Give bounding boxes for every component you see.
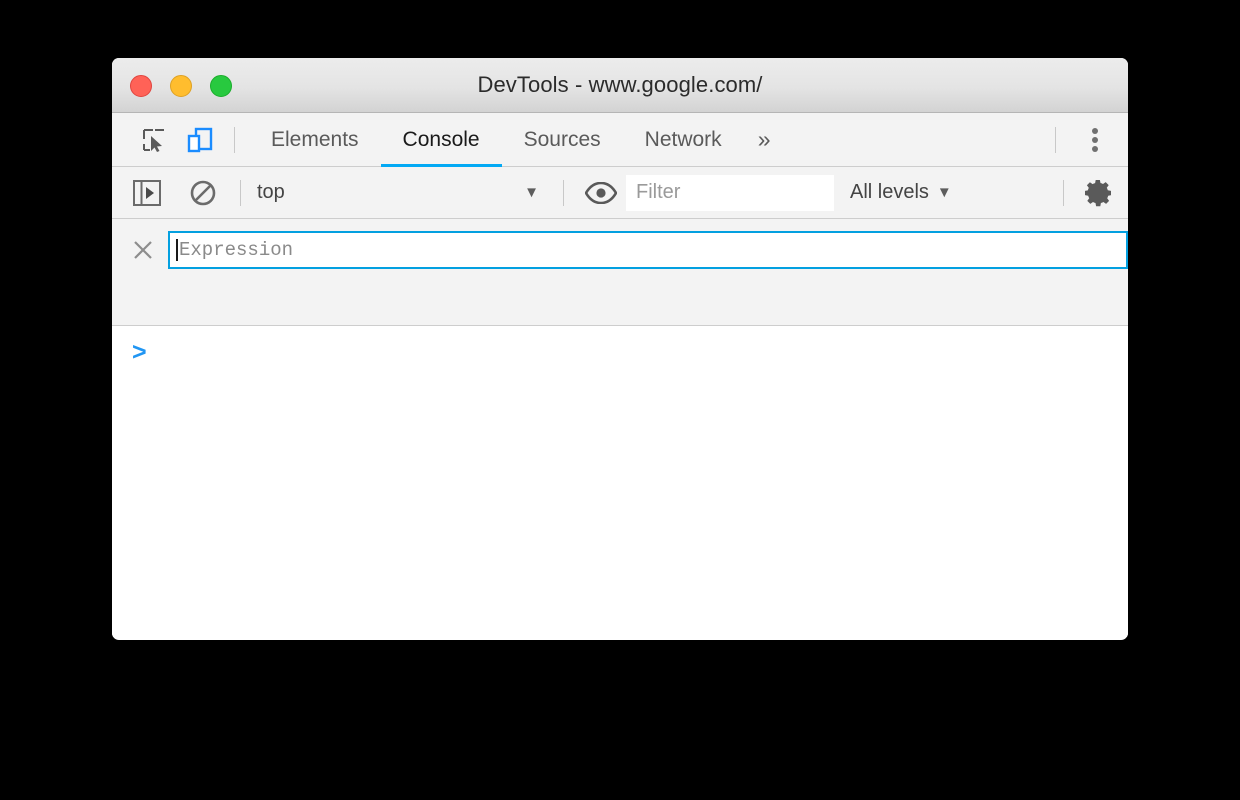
console-output-area[interactable]: > <box>112 326 1128 637</box>
console-sidebar-icon[interactable] <box>126 172 168 214</box>
chevron-down-icon: ▼ <box>524 184 539 201</box>
more-tabs-chevron-icon[interactable]: » <box>744 113 787 167</box>
tab-console-label: Console <box>402 127 480 151</box>
devtools-window: DevTools - www.google.com/ Elements Cons… <box>112 58 1128 640</box>
tab-network-label: Network <box>644 127 722 151</box>
tab-elements[interactable]: Elements <box>249 113 381 167</box>
live-expression-row: Expression <box>112 219 1128 269</box>
toolbar-separator-3 <box>1063 179 1064 206</box>
console-toolbar: top ▼ All levels ▼ <box>112 167 1128 219</box>
device-toolbar-icon[interactable] <box>178 118 222 162</box>
toolbar-separator-2 <box>563 179 564 206</box>
clear-console-icon[interactable] <box>182 172 224 214</box>
title-bar: DevTools - www.google.com/ <box>112 58 1128 113</box>
inspect-element-icon[interactable] <box>132 118 176 162</box>
toolbar-separator-1 <box>240 179 241 206</box>
live-expression-eye-icon[interactable] <box>580 172 622 214</box>
console-prompt-input[interactable] <box>147 340 1128 366</box>
tab-sources-label: Sources <box>523 127 601 151</box>
log-levels-selector[interactable]: All levels ▼ <box>850 173 952 213</box>
settings-gear-icon[interactable] <box>1078 172 1120 214</box>
text-cursor <box>176 239 178 261</box>
live-expression-input[interactable]: Expression <box>168 231 1128 269</box>
tab-sources[interactable]: Sources <box>502 113 623 167</box>
tab-elements-label: Elements <box>271 127 359 151</box>
tabbar-separator <box>234 126 235 153</box>
close-icon[interactable] <box>126 233 160 267</box>
more-options-icon[interactable] <box>1072 118 1118 162</box>
window-title: DevTools - www.google.com/ <box>477 72 763 97</box>
tab-console[interactable]: Console <box>380 113 502 167</box>
execution-context-selector[interactable]: top ▼ <box>257 173 547 213</box>
execution-context-value: top <box>257 181 285 203</box>
chevron-down-icon: ▼ <box>936 184 952 201</box>
live-expression-placeholder: Expression <box>179 239 294 261</box>
tabbar-right-separator <box>1055 126 1056 153</box>
log-levels-value: All levels <box>850 181 929 203</box>
console-prompt-chevron-icon: > <box>132 338 147 366</box>
filter-input[interactable] <box>626 174 834 211</box>
console-prompt-row[interactable]: > <box>112 326 1128 366</box>
devtools-tab-bar: Elements Console Sources Network » <box>112 113 1128 167</box>
live-expressions-panel: Expression <box>112 219 1128 326</box>
tab-network[interactable]: Network <box>623 113 744 167</box>
